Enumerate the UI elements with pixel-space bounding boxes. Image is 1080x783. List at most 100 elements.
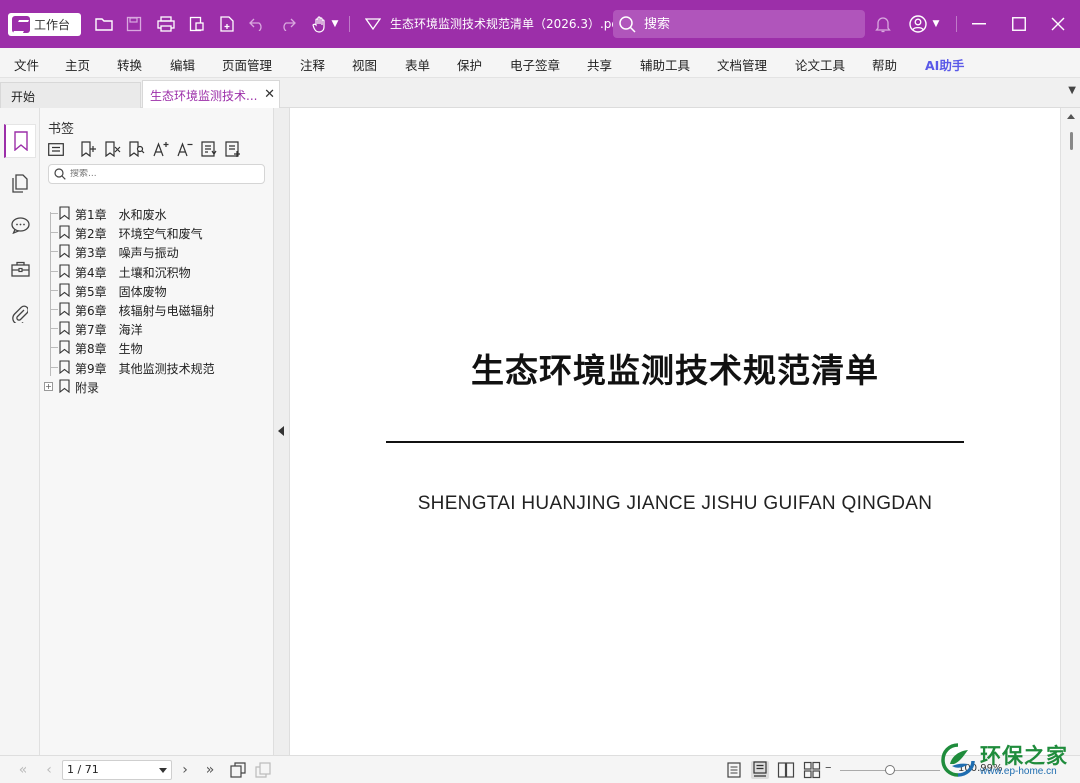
bookmark-label: 第3章 噪声与振动	[75, 246, 179, 260]
menu-view[interactable]: 视图	[352, 55, 377, 74]
bookmark-icon	[59, 340, 70, 354]
bookmark-label: 第2章 环境空气和废气	[75, 227, 203, 241]
tab-list-dropdown-icon[interactable]: ▼	[1068, 85, 1076, 96]
tab-start[interactable]: 开始	[0, 82, 141, 108]
collapse-panel-icon[interactable]	[278, 426, 284, 436]
close-window-icon[interactable]	[1043, 13, 1073, 35]
attachment-icon	[12, 304, 28, 323]
vertical-scrollbar[interactable]	[1060, 108, 1080, 755]
page-number-field[interactable]: 1 / 71	[62, 760, 172, 780]
new-document-icon[interactable]	[216, 13, 238, 35]
first-page-icon[interactable]: «	[13, 761, 33, 779]
maximize-icon[interactable]	[1004, 13, 1034, 35]
bookmark-search-input[interactable]	[70, 169, 250, 179]
bookmark-item-chapter-2[interactable]: 第2章 环境空气和废气	[40, 223, 273, 242]
two-page-continuous-view-icon[interactable]	[803, 761, 821, 779]
menu-ai-assistant[interactable]: AI助手	[925, 55, 964, 74]
bookmark-icon	[59, 264, 70, 278]
global-search-input[interactable]	[644, 16, 844, 32]
print-icon[interactable]	[155, 13, 177, 35]
menu-document-management[interactable]: 文档管理	[717, 55, 767, 74]
collapse-bookmarks-icon[interactable]	[224, 140, 242, 158]
bookmark-label: 第4章 土壤和沉积物	[75, 266, 191, 280]
redo-icon[interactable]	[277, 13, 299, 35]
scroll-up-icon[interactable]	[1067, 114, 1075, 119]
bookmark-item-chapter-5[interactable]: 第5章 固体废物	[40, 281, 273, 300]
previous-view-icon[interactable]	[228, 761, 248, 779]
watermark-url: www.ep-home.cn	[980, 766, 1057, 777]
bookmark-item-chapter-9[interactable]: 第9章 其他监测技术规范	[40, 358, 273, 377]
menu-share[interactable]: 共享	[587, 55, 612, 74]
previous-page-icon[interactable]: ‹	[39, 761, 59, 779]
increase-font-icon[interactable]	[152, 140, 170, 158]
bookmark-item-appendix[interactable]: + 附录	[40, 377, 273, 396]
delete-bookmark-icon[interactable]	[104, 140, 122, 158]
global-search[interactable]	[613, 10, 865, 38]
user-account-icon[interactable]	[907, 13, 929, 35]
bookmark-item-chapter-7[interactable]: 第7章 海洋	[40, 319, 273, 338]
bookmark-icon	[59, 379, 70, 393]
bookmark-search[interactable]	[48, 164, 265, 184]
continuous-view-icon[interactable]	[751, 761, 769, 779]
expand-bookmarks-icon[interactable]	[200, 140, 218, 158]
expand-node-icon[interactable]: +	[44, 382, 53, 391]
tab-start-label: 开始	[11, 90, 36, 104]
tab-close-icon[interactable]: ✕	[264, 87, 275, 102]
bookmarks-panel-button[interactable]	[4, 124, 36, 158]
panel-splitter[interactable]	[273, 108, 290, 755]
last-page-icon[interactable]: »	[200, 761, 220, 779]
single-page-view-icon[interactable]	[725, 761, 743, 779]
workbench-button[interactable]: 工作台	[8, 13, 81, 36]
menu-e-signature[interactable]: 电子签章	[510, 55, 560, 74]
next-page-icon[interactable]: ›	[175, 761, 195, 779]
menu-protect[interactable]: 保护	[457, 55, 482, 74]
search-icon	[54, 168, 66, 180]
menu-form[interactable]: 表单	[405, 55, 430, 74]
quick-access-dropdown-icon[interactable]	[362, 13, 384, 35]
zoom-slider-handle[interactable]	[885, 765, 895, 775]
attachments-panel-button[interactable]	[4, 296, 36, 330]
find-bookmark-icon[interactable]	[128, 140, 146, 158]
menu-edit[interactable]: 编辑	[170, 55, 195, 74]
scroll-thumb[interactable]	[1070, 132, 1073, 150]
decrease-font-icon[interactable]	[176, 140, 194, 158]
menu-home[interactable]: 主页	[65, 55, 90, 74]
app-logo-icon	[12, 16, 30, 33]
bookmark-options-icon[interactable]	[47, 140, 65, 158]
tab-document[interactable]: 生态环境监测技术... ✕	[142, 80, 280, 109]
bookmark-icon	[59, 321, 70, 335]
bookmark-item-chapter-8[interactable]: 第8章 生物	[40, 338, 273, 357]
menu-file[interactable]: 文件	[14, 55, 39, 74]
hand-tool-dropdown-icon[interactable]: ▼	[328, 13, 342, 35]
notification-bell-icon[interactable]	[872, 13, 894, 35]
open-folder-icon[interactable]	[93, 13, 115, 35]
pages-panel-button[interactable]	[4, 166, 36, 200]
bookmark-item-chapter-1[interactable]: 第1章 水和废水	[40, 204, 273, 223]
bookmark-label: 第9章 其他监测技术规范	[75, 362, 215, 376]
undo-icon[interactable]	[246, 13, 268, 35]
bookmark-item-chapter-6[interactable]: 第6章 核辐射与电磁辐射	[40, 300, 273, 319]
watermark-logo-icon	[941, 743, 975, 777]
save-icon[interactable]	[123, 13, 145, 35]
toolbox-panel-button[interactable]	[4, 252, 36, 286]
export-icon[interactable]	[186, 13, 208, 35]
page-dropdown-icon[interactable]	[159, 768, 167, 773]
tree-branch	[50, 309, 58, 310]
minimize-icon[interactable]	[964, 13, 994, 35]
two-page-view-icon[interactable]	[777, 761, 795, 779]
bookmark-item-chapter-3[interactable]: 第3章 噪声与振动	[40, 242, 273, 261]
menu-page-management[interactable]: 页面管理	[222, 55, 272, 74]
zoom-out-icon[interactable]: –	[825, 760, 832, 775]
tab-bar: 开始 生态环境监测技术... ✕ ▼	[0, 78, 1080, 109]
menu-help[interactable]: 帮助	[872, 55, 897, 74]
add-bookmark-icon[interactable]	[80, 140, 98, 158]
menu-thesis-tools[interactable]: 论文工具	[795, 55, 845, 74]
bookmark-item-chapter-4[interactable]: 第4章 土壤和沉积物	[40, 262, 273, 281]
menu-accessibility-tools[interactable]: 辅助工具	[640, 55, 690, 74]
comments-panel-button[interactable]	[4, 208, 36, 242]
document-heading-cn: 生态环境监测技术规范清单	[471, 351, 879, 390]
account-dropdown-icon[interactable]: ▼	[929, 13, 943, 35]
next-view-icon[interactable]	[253, 761, 273, 779]
menu-convert[interactable]: 转换	[117, 55, 142, 74]
menu-annotate[interactable]: 注释	[300, 55, 325, 74]
